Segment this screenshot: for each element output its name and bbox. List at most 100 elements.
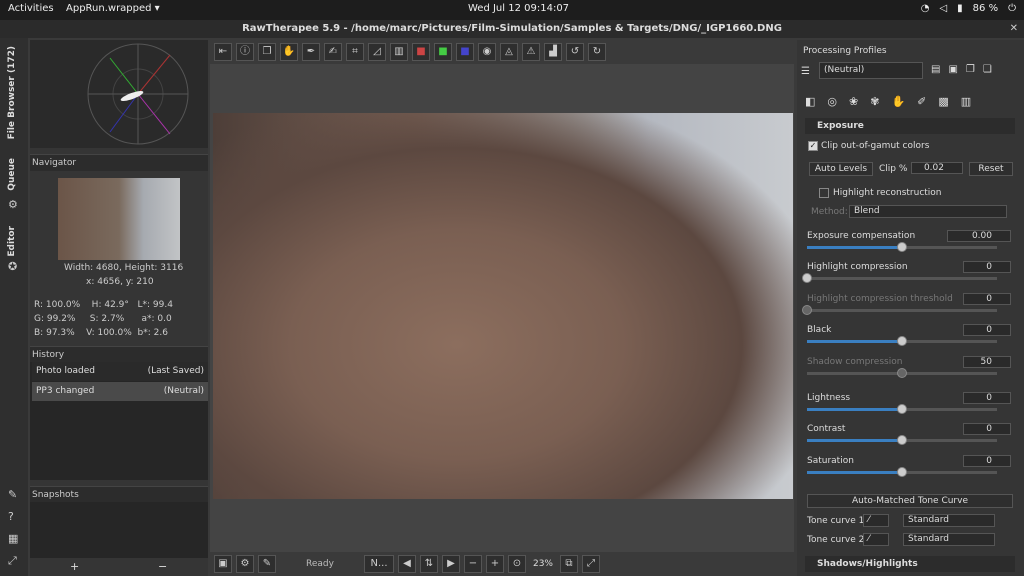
zoom-out-icon[interactable]: − bbox=[464, 555, 482, 573]
clip-pct-spinner[interactable]: 0.02 bbox=[911, 162, 963, 174]
clip-checkbox[interactable]: ✓ bbox=[808, 141, 818, 151]
slider-knob[interactable] bbox=[802, 305, 812, 315]
profile-list-icon[interactable]: ☰ bbox=[801, 66, 810, 77]
wb-picker-icon[interactable]: ✍ bbox=[324, 43, 342, 61]
histogram-icon[interactable]: ▟ bbox=[544, 43, 562, 61]
shadows-header[interactable]: Shadows/Highlights bbox=[805, 556, 1015, 572]
remove-snapshot-button[interactable]: − bbox=[158, 560, 167, 573]
info-icon[interactable]: ⓘ bbox=[236, 43, 254, 61]
help-icon[interactable]: ? bbox=[8, 510, 14, 523]
navigator-header[interactable]: Navigator bbox=[30, 154, 208, 171]
editor-icon[interactable]: ✪ bbox=[8, 260, 17, 273]
rotate-right-icon[interactable]: ↻ bbox=[588, 43, 606, 61]
photo-preview[interactable] bbox=[213, 113, 793, 499]
tone-curve-1-edit[interactable]: ⁄ bbox=[863, 514, 889, 527]
brush-icon[interactable]: ✎ bbox=[8, 488, 17, 501]
transform-tab-icon[interactable]: ✐ bbox=[917, 95, 926, 108]
slider-knob[interactable] bbox=[897, 467, 907, 477]
vectorscope[interactable] bbox=[30, 40, 208, 148]
new-window-icon[interactable]: ⧉ bbox=[560, 555, 578, 573]
channel-b-icon[interactable]: ■ bbox=[456, 43, 474, 61]
slider-value[interactable]: 50 bbox=[963, 356, 1011, 368]
history-header[interactable]: History bbox=[30, 346, 208, 363]
tab-editor[interactable]: Editor bbox=[7, 226, 17, 257]
channel-r-icon[interactable]: ■ bbox=[412, 43, 430, 61]
fullscreen-icon[interactable]: ⤢ bbox=[8, 554, 17, 568]
reset-button[interactable]: Reset bbox=[969, 162, 1013, 176]
slider-knob[interactable] bbox=[897, 336, 907, 346]
queue-icon[interactable]: ⚙ bbox=[236, 555, 254, 573]
close-icon[interactable]: ✕ bbox=[1010, 20, 1018, 38]
rotate-left-icon[interactable]: ↺ bbox=[566, 43, 584, 61]
slider-knob[interactable] bbox=[897, 242, 907, 252]
meta-tab-icon[interactable]: ▥ bbox=[961, 95, 971, 108]
slider-value[interactable]: 0 bbox=[963, 293, 1011, 305]
tone-curve-2-type[interactable]: Standard bbox=[903, 533, 995, 546]
before-after-icon[interactable]: ❐ bbox=[258, 43, 276, 61]
advanced-tab-icon[interactable]: ✾ bbox=[870, 95, 879, 108]
system-tray[interactable]: ◔ ◁ ▮ 86 % ⏻ bbox=[921, 3, 1016, 14]
slider-knob[interactable] bbox=[802, 273, 812, 283]
zoom-in-icon[interactable]: + bbox=[486, 555, 504, 573]
color-tab-icon[interactable]: ❀ bbox=[849, 95, 858, 108]
channel-g-icon[interactable]: ■ bbox=[434, 43, 452, 61]
copy-profile-icon[interactable]: ❐ bbox=[966, 64, 975, 75]
slider-track[interactable] bbox=[802, 273, 997, 283]
slider-track[interactable] bbox=[807, 435, 997, 445]
open-profile-icon[interactable]: ▤ bbox=[931, 64, 940, 75]
editor-ext-icon[interactable]: ✎ bbox=[258, 555, 276, 573]
local-tab-icon[interactable]: ✋ bbox=[891, 95, 905, 108]
perspective-icon[interactable]: ▥ bbox=[390, 43, 408, 61]
slider-value[interactable]: 0 bbox=[963, 324, 1011, 336]
gamut-icon[interactable]: ◬ bbox=[500, 43, 518, 61]
zoom-fit-icon[interactable]: ⊙ bbox=[508, 555, 526, 573]
save-profile-icon[interactable]: ▣ bbox=[948, 64, 957, 75]
details-tab-icon[interactable]: ◎ bbox=[827, 95, 837, 108]
straighten-icon[interactable]: ◿ bbox=[368, 43, 386, 61]
slider-track[interactable] bbox=[807, 336, 997, 346]
slider-track[interactable] bbox=[802, 305, 997, 315]
slider-value[interactable]: 0 bbox=[963, 423, 1011, 435]
snapshots-header[interactable]: Snapshots bbox=[30, 486, 208, 503]
sync-icon[interactable]: ⇅ bbox=[420, 555, 438, 573]
method-dropdown[interactable]: Blend bbox=[849, 205, 1007, 218]
focus-mask-icon[interactable]: ◉ bbox=[478, 43, 496, 61]
tone-curve-2-edit[interactable]: ⁄ bbox=[863, 533, 889, 546]
save-icon[interactable]: ▣ bbox=[214, 555, 232, 573]
prev-image-icon[interactable]: ◀ bbox=[398, 555, 416, 573]
paste-profile-icon[interactable]: ❏ bbox=[983, 64, 992, 75]
profile-dropdown[interactable]: (Neutral) bbox=[819, 62, 923, 79]
slider-knob[interactable] bbox=[897, 404, 907, 414]
slider-knob[interactable] bbox=[897, 435, 907, 445]
app-menu[interactable]: AppRun.wrapped ▾ bbox=[66, 3, 160, 14]
slider-value[interactable]: 0.00 bbox=[947, 230, 1011, 242]
auto-tone-curve-button[interactable]: Auto-Matched Tone Curve bbox=[807, 494, 1013, 508]
slider-track[interactable] bbox=[807, 467, 997, 477]
slider-value[interactable]: 0 bbox=[963, 392, 1011, 404]
fullscreen-preview-icon[interactable]: ⤢ bbox=[582, 555, 600, 573]
hide-left-panel-icon[interactable]: ⇤ bbox=[214, 43, 232, 61]
history-row[interactable]: PP3 changed (Neutral) bbox=[32, 382, 208, 401]
history-row[interactable]: Photo loaded (Last Saved) bbox=[32, 362, 208, 381]
navigator-thumbnail[interactable] bbox=[58, 178, 180, 260]
crop-icon[interactable]: ⌗ bbox=[346, 43, 364, 61]
slider-value[interactable]: 0 bbox=[963, 455, 1011, 467]
hl-recon-checkbox[interactable] bbox=[819, 188, 829, 198]
add-snapshot-button[interactable]: + bbox=[70, 560, 79, 573]
tab-queue[interactable]: Queue bbox=[7, 158, 17, 191]
exposure-tab-icon[interactable]: ◧ bbox=[805, 95, 815, 108]
slider-track[interactable] bbox=[807, 404, 997, 414]
profile-select[interactable]: N... bbox=[364, 555, 394, 573]
auto-levels-button[interactable]: Auto Levels bbox=[809, 162, 873, 176]
activities-button[interactable]: Activities bbox=[8, 3, 54, 14]
exposure-header[interactable]: Exposure bbox=[805, 118, 1015, 134]
raw-tab-icon[interactable]: ▩ bbox=[938, 95, 948, 108]
warning-icon[interactable]: ⚠ bbox=[522, 43, 540, 61]
slider-knob[interactable] bbox=[897, 368, 907, 378]
slider-value[interactable]: 0 bbox=[963, 261, 1011, 273]
tab-file-browser[interactable]: File Browser (172) bbox=[7, 46, 17, 139]
slider-track[interactable] bbox=[807, 368, 997, 378]
next-image-icon[interactable]: ▶ bbox=[442, 555, 460, 573]
color-picker-icon[interactable]: ✒ bbox=[302, 43, 320, 61]
hand-tool-icon[interactable]: ✋ bbox=[280, 43, 298, 61]
